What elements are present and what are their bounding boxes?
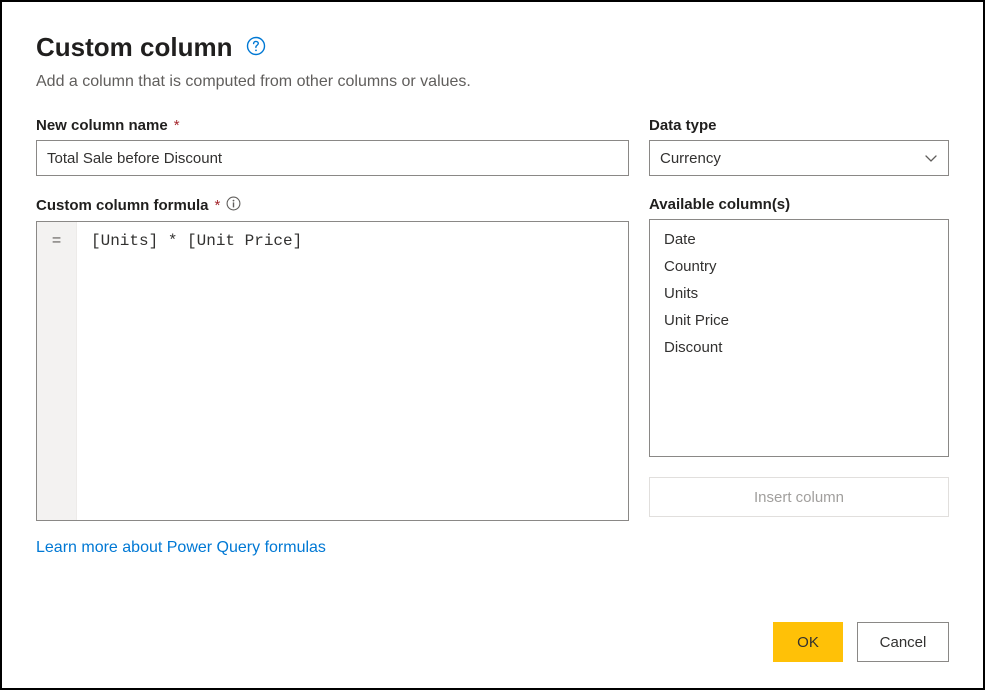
data-type-label: Data type xyxy=(649,117,949,134)
cancel-button[interactable]: Cancel xyxy=(857,622,949,662)
learn-more-link[interactable]: Learn more about Power Query formulas xyxy=(36,539,326,557)
list-item[interactable]: Discount xyxy=(650,334,948,361)
data-type-select[interactable]: Currency xyxy=(649,140,949,176)
formula-gutter: = xyxy=(37,222,77,520)
list-item[interactable]: Country xyxy=(650,253,948,280)
formula-text[interactable]: [Units] * [Unit Price] xyxy=(77,222,628,520)
dialog-title: Custom column xyxy=(36,32,232,63)
ok-button[interactable]: OK xyxy=(773,622,843,662)
available-columns-label: Available column(s) xyxy=(649,196,949,213)
formula-editor[interactable]: = [Units] * [Unit Price] xyxy=(36,221,629,521)
new-column-name-label: New column name * xyxy=(36,117,629,134)
dialog-subtitle: Add a column that is computed from other… xyxy=(36,73,949,91)
new-column-name-input[interactable] xyxy=(36,140,629,176)
required-mark: * xyxy=(174,117,180,134)
insert-column-button[interactable]: Insert column xyxy=(649,477,949,517)
label-text: New column name xyxy=(36,117,168,134)
help-icon[interactable] xyxy=(246,36,266,59)
label-text: Custom column formula xyxy=(36,197,209,214)
required-mark: * xyxy=(215,197,221,214)
dialog-footer: OK Cancel xyxy=(773,622,949,662)
available-columns-list[interactable]: Date Country Units Unit Price Discount xyxy=(649,219,949,457)
list-item[interactable]: Unit Price xyxy=(650,307,948,334)
formula-label: Custom column formula * xyxy=(36,196,629,215)
list-item[interactable]: Units xyxy=(650,280,948,307)
form-main-row: Custom column formula * = [Units] * [Uni… xyxy=(36,196,949,557)
list-item[interactable]: Date xyxy=(650,226,948,253)
form-top-row: New column name * Data type Currency xyxy=(36,117,949,176)
info-icon[interactable] xyxy=(226,196,241,215)
data-type-value: Currency xyxy=(660,150,721,167)
custom-column-dialog: Custom column Add a column that is compu… xyxy=(0,0,985,690)
title-row: Custom column xyxy=(36,32,949,63)
